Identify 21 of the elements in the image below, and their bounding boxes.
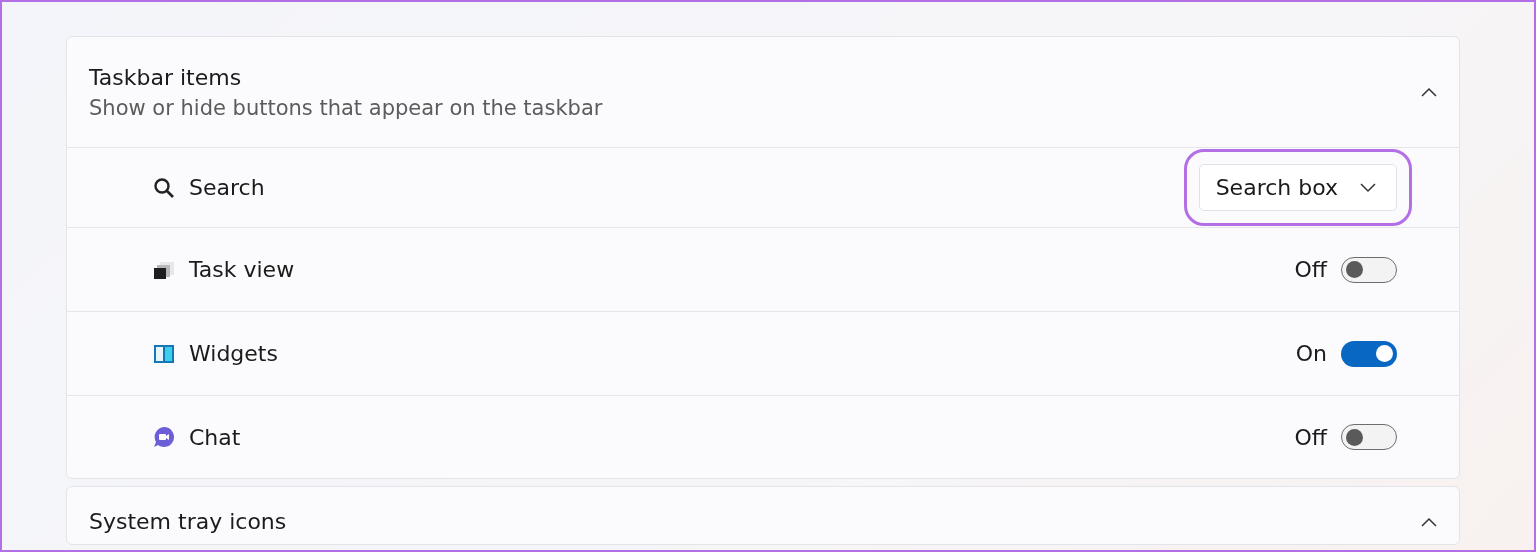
search-icon xyxy=(153,176,175,199)
widgets-icon xyxy=(153,343,175,364)
chat-icon xyxy=(153,426,175,448)
dropdown[interactable]: Search box xyxy=(1198,164,1397,211)
stacked-squares-icon xyxy=(153,259,175,280)
section-title: Taskbar items xyxy=(89,64,243,90)
toggle-switch[interactable] xyxy=(1341,424,1397,450)
setting-label: Task view xyxy=(189,257,296,282)
toggle-state: On xyxy=(1295,341,1327,366)
setting-label: Search xyxy=(189,175,266,200)
toggle-state: Off xyxy=(1294,424,1327,450)
chevron-up-icon[interactable] xyxy=(1421,87,1437,97)
setting-label: Widgets xyxy=(189,341,279,366)
toggle-switch[interactable] xyxy=(1341,256,1397,283)
chevron-down-icon[interactable] xyxy=(1360,182,1376,193)
section-title: System tray icons xyxy=(89,509,287,534)
setting-label: Chat xyxy=(189,424,242,450)
section-subtitle: Show or hide buttons that appear on the taskbar xyxy=(89,95,603,120)
toggle-switch[interactable] xyxy=(1341,340,1397,367)
chevron-up-icon[interactable] xyxy=(1421,516,1437,527)
toggle-state: Off xyxy=(1294,257,1327,282)
